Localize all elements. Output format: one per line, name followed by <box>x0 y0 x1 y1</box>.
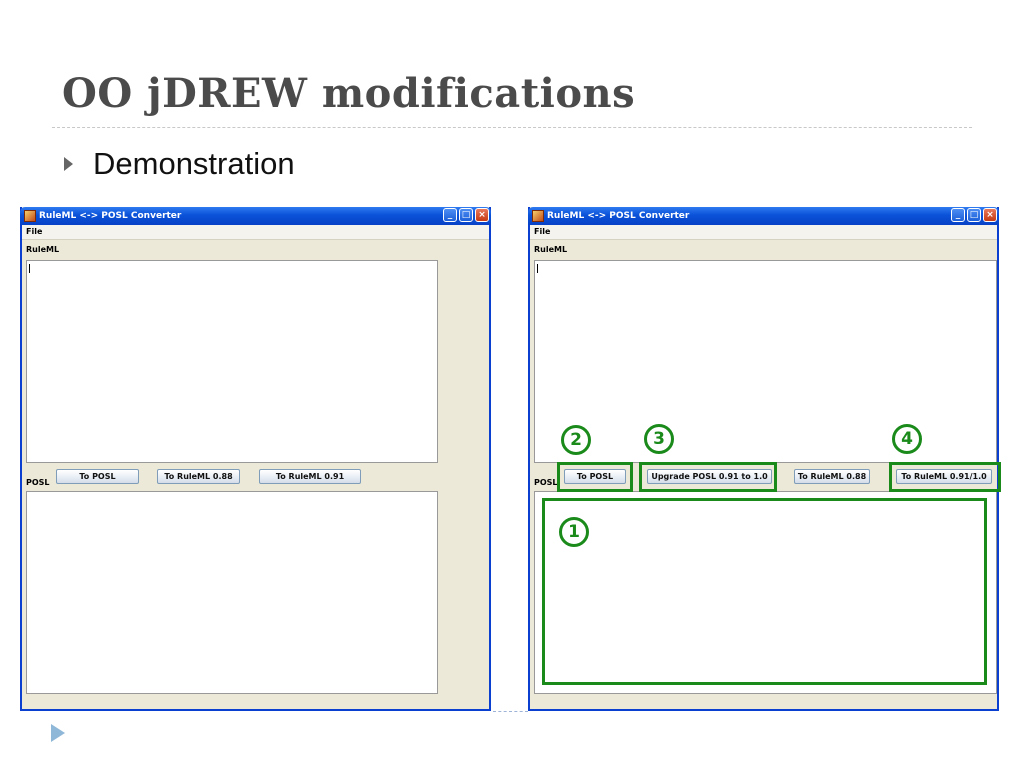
ruleml-label: RuleML <box>26 245 60 254</box>
annotation-number-2: 2 <box>561 425 591 455</box>
minimize-icon[interactable]: _ <box>951 208 965 222</box>
to-posl-button[interactable]: To POSL <box>56 469 139 484</box>
ruleml-textarea[interactable] <box>534 260 997 463</box>
highlight-box-3 <box>639 462 777 492</box>
ruleml-textarea[interactable] <box>26 260 438 463</box>
highlight-box-2 <box>557 462 633 492</box>
maximize-icon[interactable]: □ <box>459 208 473 222</box>
window-title: RuleML <-> POSL Converter <box>547 211 690 221</box>
nav-arrow-icon[interactable] <box>51 724 65 742</box>
minimize-icon[interactable]: _ <box>443 208 457 222</box>
slide-title: OO jDREW modifications <box>62 70 636 117</box>
java-app-icon <box>532 210 544 222</box>
ruleml-label: RuleML <box>534 245 568 254</box>
to-ruleml-088-button[interactable]: To RuleML 0.88 <box>794 469 870 484</box>
maximize-icon[interactable]: □ <box>967 208 981 222</box>
to-ruleml-088-button[interactable]: To RuleML 0.88 <box>157 469 240 484</box>
bullet-item: Demonstration <box>64 146 295 182</box>
window-titlebar[interactable]: RuleML <-> POSL Converter _ □ × <box>20 207 491 225</box>
bullet-arrow-icon <box>64 157 73 171</box>
converter-window-left: RuleML <-> POSL Converter _ □ × File Rul… <box>20 207 491 711</box>
window-title: RuleML <-> POSL Converter <box>39 211 182 221</box>
close-icon[interactable]: × <box>983 208 997 222</box>
posl-textarea[interactable] <box>26 491 438 694</box>
posl-label: POSL <box>534 478 558 487</box>
posl-label: POSL <box>26 478 50 487</box>
highlight-box-4 <box>889 462 1001 492</box>
menu-file[interactable]: File <box>26 227 42 236</box>
menu-bar: File <box>22 225 489 240</box>
text-caret <box>29 264 30 273</box>
window-titlebar[interactable]: RuleML <-> POSL Converter _ □ × <box>528 207 999 225</box>
highlight-box-1 <box>542 498 987 685</box>
bullet-text: Demonstration <box>93 146 295 181</box>
close-icon[interactable]: × <box>475 208 489 222</box>
annotation-number-4: 4 <box>892 424 922 454</box>
menu-bar: File <box>530 225 997 240</box>
menu-file[interactable]: File <box>534 227 550 236</box>
dashed-connector <box>493 711 528 712</box>
text-caret <box>537 264 538 273</box>
title-divider <box>52 127 972 128</box>
to-ruleml-091-button[interactable]: To RuleML 0.91 <box>259 469 361 484</box>
annotation-number-1: 1 <box>559 517 589 547</box>
java-app-icon <box>24 210 36 222</box>
annotation-number-3: 3 <box>644 424 674 454</box>
